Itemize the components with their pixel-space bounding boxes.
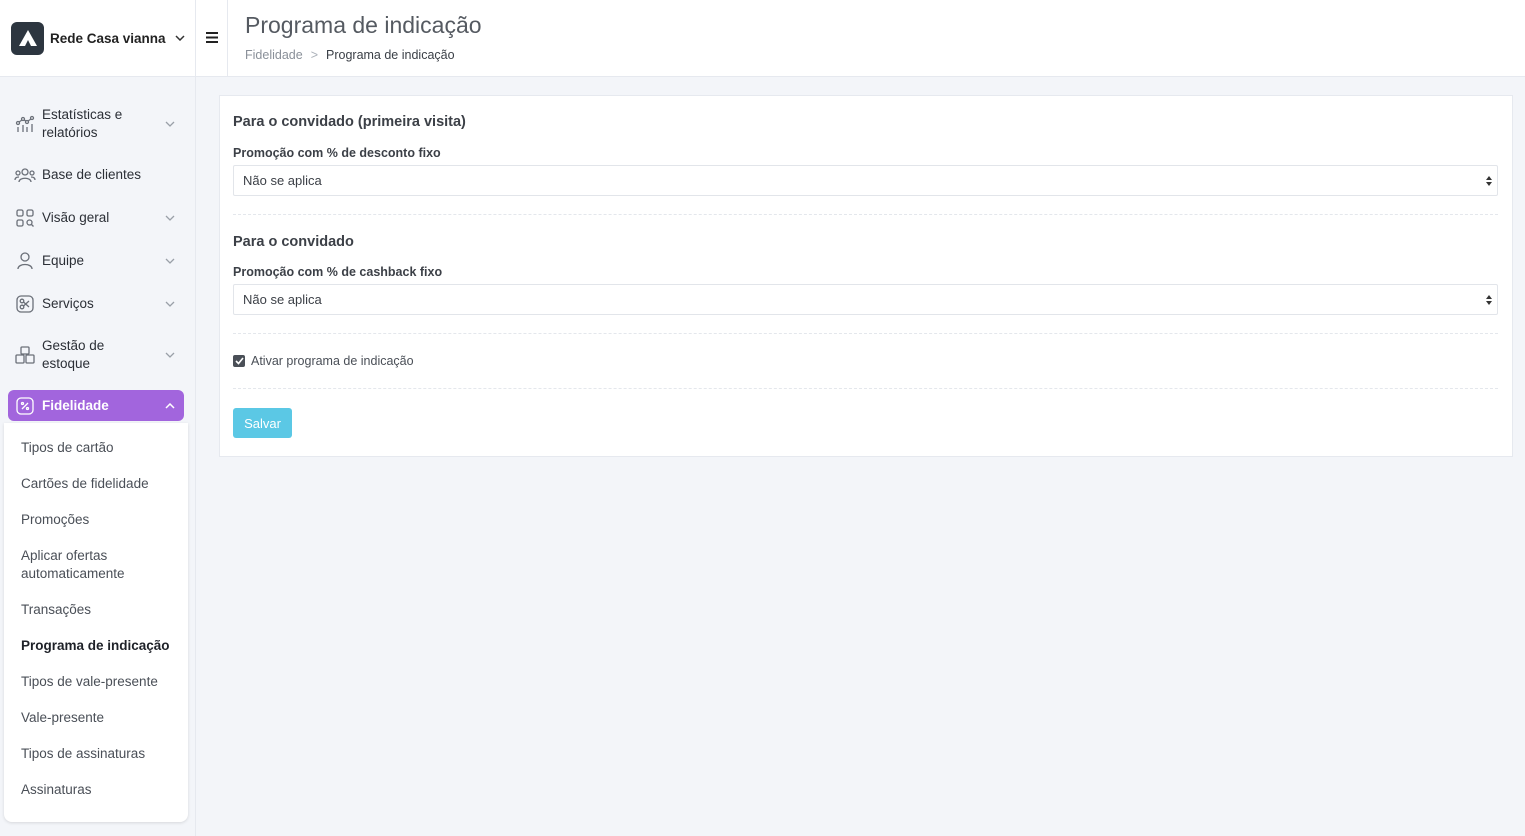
activate-program-label[interactable]: Ativar programa de indicação [251, 354, 414, 368]
submenu-item-assinaturas[interactable]: Assinaturas [21, 781, 181, 799]
sidebar-item-label: Gestão de estoque [42, 338, 105, 371]
chevron-down-icon [164, 118, 176, 130]
sidebar-item-label: Estatísticas e relatórios [42, 107, 123, 140]
submenu-item-transacoes[interactable]: Transações [21, 601, 181, 619]
activate-program-row: Ativar programa de indicação [233, 354, 414, 368]
brand-logo-icon [11, 21, 44, 55]
sidebar: Rede Casa vianna Estatísticas e relatóri… [0, 0, 196, 836]
chevron-down-icon [164, 349, 176, 361]
sidebar-item-label: Base de clientes [42, 167, 142, 182]
field-label-cashback: Promoção com % de cashback fixo [233, 265, 443, 279]
chevron-down-icon [164, 298, 176, 310]
submenu-item-tipos-assinaturas[interactable]: Tipos de assinaturas [21, 745, 181, 763]
sidebar-item-servicos[interactable]: Serviços [8, 294, 184, 314]
breadcrumb-separator: > [310, 48, 318, 62]
cashback-promotion-value: Não se aplica [243, 292, 322, 307]
sidebar-item-label: Serviços [42, 296, 94, 311]
discount-promotion-value: Não se aplica [243, 173, 322, 188]
chevron-down-icon [164, 255, 176, 267]
sidebar-item-base-clientes[interactable]: Base de clientes [8, 165, 184, 185]
select-arrows-icon [1486, 295, 1492, 305]
referral-program-form: Para o convidado (primeira visita) Promo… [219, 95, 1513, 457]
boxes-icon [14, 344, 36, 366]
activate-program-checkbox[interactable] [233, 355, 245, 367]
breadcrumb: Fidelidade > Programa de indicação [245, 48, 455, 62]
submenu-item-tipos-cartao[interactable]: Tipos de cartão [21, 439, 181, 457]
discount-promotion-select[interactable]: Não se aplica [233, 165, 1498, 196]
brand-switcher[interactable]: Rede Casa vianna [0, 0, 195, 77]
fidelidade-submenu: Tipos de cartão Cartões de fidelidade Pr… [4, 423, 188, 822]
sidebar-item-estatisticas[interactable]: Estatísticas e relatórios [8, 106, 184, 142]
check-icon [234, 357, 244, 365]
section-title-first-visit: Para o convidado (primeira visita) [233, 114, 466, 130]
percent-icon [14, 395, 36, 417]
divider [233, 214, 1498, 215]
breadcrumb-link-fidelidade[interactable]: Fidelidade [245, 48, 303, 62]
menu-toggle-button[interactable] [196, 0, 228, 77]
submenu-item-tipos-vale-presente[interactable]: Tipos de vale-presente [21, 673, 181, 691]
users-icon [14, 164, 36, 186]
save-button[interactable]: Salvar [233, 408, 292, 438]
sidebar-item-equipe[interactable]: Equipe [8, 251, 184, 271]
sidebar-item-label: Visão geral [42, 210, 110, 225]
sidebar-item-label: Equipe [42, 253, 85, 268]
submenu-item-vale-presente[interactable]: Vale-presente [21, 709, 181, 727]
submenu-item-cartoes-fidelidade[interactable]: Cartões de fidelidade [21, 475, 181, 493]
submenu-item-promocoes[interactable]: Promoções [21, 511, 181, 529]
chevron-up-icon [164, 400, 176, 412]
field-label-discount: Promoção com % de desconto fixo [233, 146, 441, 160]
topbar: Programa de indicação Fidelidade > Progr… [196, 0, 1525, 77]
divider [233, 388, 1498, 389]
grid-icon [14, 207, 36, 229]
submenu-item-aplicar-ofertas[interactable]: Aplicar ofertas automaticamente [21, 547, 151, 583]
sidebar-item-label: Fidelidade [42, 397, 109, 413]
sidebar-item-gestao-estoque[interactable]: Gestão de estoque [8, 337, 184, 373]
hamburger-icon [205, 30, 218, 48]
chart-icon [14, 113, 36, 135]
user-icon [14, 250, 36, 272]
sidebar-item-fidelidade[interactable]: Fidelidade [8, 390, 184, 421]
page-title: Programa de indicação [245, 12, 482, 38]
chevron-down-icon [174, 32, 186, 44]
submenu-item-programa-indicacao[interactable]: Programa de indicação [21, 637, 181, 655]
brand-name: Rede Casa vianna [50, 30, 166, 46]
cashback-promotion-select[interactable]: Não se aplica [233, 284, 1498, 315]
scissors-icon [14, 293, 36, 315]
select-arrows-icon [1486, 176, 1492, 186]
section-title-guest: Para o convidado [233, 234, 354, 250]
breadcrumb-current: Programa de indicação [326, 48, 455, 62]
divider [233, 333, 1498, 334]
chevron-down-icon [164, 212, 176, 224]
sidebar-item-visao-geral[interactable]: Visão geral [8, 208, 184, 228]
